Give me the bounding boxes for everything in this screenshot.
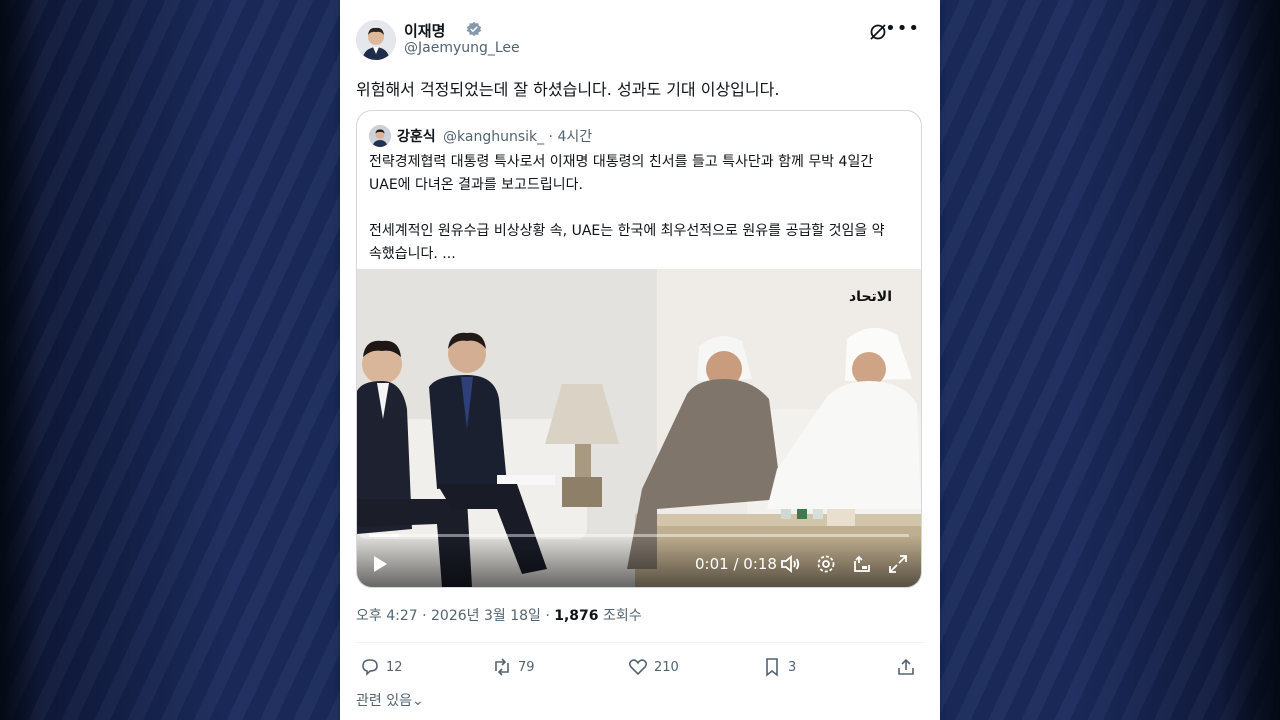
author-name[interactable]: 이재명 xyxy=(404,20,445,41)
repost-button[interactable]: 79 xyxy=(492,654,535,680)
bookmark-count: 3 xyxy=(788,659,797,675)
quoted-text-line: 속했습니다. ... xyxy=(369,246,456,262)
post-meta: 오후 4:27 · 2026년 3월 18일 · 1,876 조회수 xyxy=(356,605,642,625)
related-dropdown[interactable]: 관련 있음⌄ xyxy=(356,690,424,710)
views-label: 조회수 xyxy=(598,608,642,624)
post-header: 이재명 @Jaemyung_Lee ••• xyxy=(356,18,924,62)
repost-count: 79 xyxy=(518,659,535,675)
background-edge-left xyxy=(0,0,40,720)
quoted-text-line: 전세계적인 원유수급 비상상황 속, UAE는 한국에 최우선적으로 원유를 공… xyxy=(369,223,885,239)
reply-count: 12 xyxy=(386,659,403,675)
repost-icon xyxy=(495,658,509,676)
action-bar: 12 79 210 3 xyxy=(356,654,924,680)
share-icon xyxy=(898,658,914,675)
author-avatar[interactable] xyxy=(356,20,396,60)
background-edge-right xyxy=(1220,0,1280,720)
more-options-icon[interactable]: ••• xyxy=(885,18,920,39)
quoted-author-name[interactable]: 강훈식 xyxy=(397,126,436,146)
volume-icon[interactable] xyxy=(779,553,801,575)
post-text: 위험해서 걱정되었는데 잘 하셨습니다. 성과도 기대 이상입니다. xyxy=(356,80,780,99)
quoted-author-handle[interactable]: @kanghunsik_ · 4시간 xyxy=(443,126,592,146)
verified-badge-icon xyxy=(466,21,482,37)
settings-gear-icon[interactable] xyxy=(815,553,837,575)
quoted-post-text: 전략경제협력 대통령 특사로서 이재명 대통령의 친서를 들고 특사단과 함께 … xyxy=(369,151,909,266)
video-player[interactable]: الاتحاد 0:01 / 0:18 xyxy=(357,269,921,587)
quoted-author-avatar[interactable] xyxy=(369,125,391,147)
bookmark-button[interactable]: 3 xyxy=(762,654,796,680)
svg-text:الاتحاد: الاتحاد xyxy=(849,289,892,305)
reply-icon xyxy=(362,659,378,676)
video-progress-bar[interactable] xyxy=(369,534,909,537)
bookmark-icon xyxy=(766,658,778,677)
play-icon[interactable] xyxy=(371,555,389,573)
views-count: 1,876 xyxy=(554,608,599,624)
post-timestamp[interactable]: 오후 4:27 · 2026년 3월 18일 · xyxy=(356,608,554,624)
quoted-text-line: 전략경제협력 대통령 특사로서 이재명 대통령의 친서를 들고 특사단과 함께 … xyxy=(369,154,874,170)
fullscreen-icon[interactable] xyxy=(887,553,909,575)
share-button[interactable] xyxy=(896,654,916,680)
video-time: 0:01 / 0:18 xyxy=(695,555,777,573)
reply-button[interactable]: 12 xyxy=(360,654,403,680)
heart-icon xyxy=(628,659,648,676)
quoted-post[interactable]: 강훈식 @kanghunsik_ · 4시간 전략경제협력 대통령 특사로서 이… xyxy=(356,110,922,588)
post-card: 이재명 @Jaemyung_Lee ••• 위험해서 걱정되었는데 잘 하셨습니… xyxy=(340,0,940,720)
chevron-down-icon: ⌄ xyxy=(411,693,424,709)
related-label: 관련 있음 xyxy=(356,693,412,709)
like-button[interactable]: 210 xyxy=(628,654,679,680)
like-count: 210 xyxy=(654,659,679,675)
divider xyxy=(356,642,924,643)
author-handle[interactable]: @Jaemyung_Lee xyxy=(404,40,520,56)
pip-icon[interactable] xyxy=(851,553,873,575)
quoted-text-line: UAE에 다녀온 결과를 보고드립니다. xyxy=(369,177,583,193)
